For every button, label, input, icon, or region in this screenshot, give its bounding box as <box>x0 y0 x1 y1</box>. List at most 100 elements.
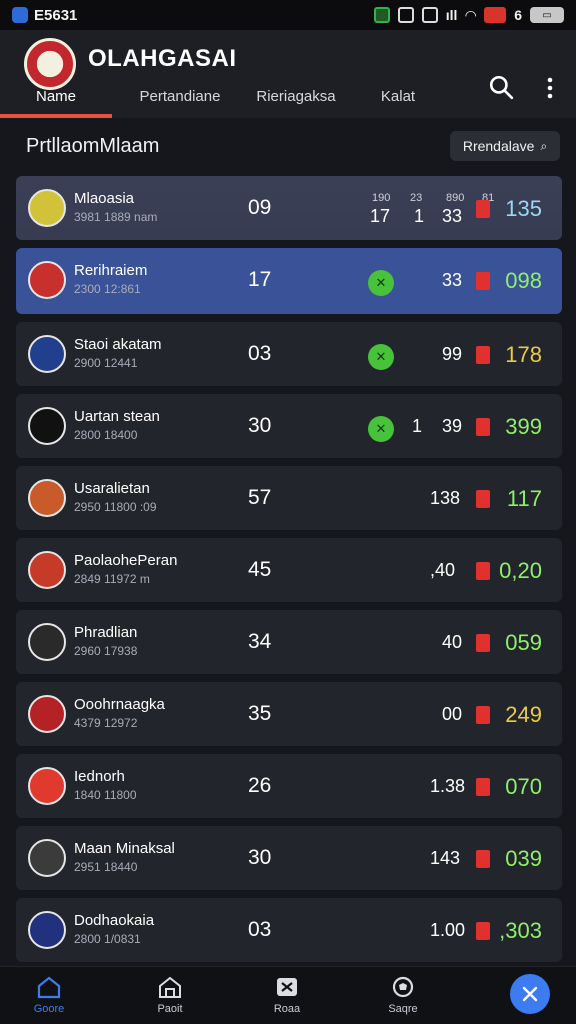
team-subtitle-text: 2951 18440 <box>74 860 138 874</box>
team-subtitle: 2800 1/0831 <box>74 932 141 946</box>
tab-pertandiane[interactable]: Pertandiane <box>128 88 232 118</box>
team-points: 070 <box>505 774 542 799</box>
team-row[interactable]: Usaralietan 2950 11800 :09 57 138 117 <box>16 466 562 530</box>
tab-kalat[interactable]: Kalat <box>360 88 436 118</box>
battery-icon: ▭ <box>530 7 564 23</box>
team-rank: 26 <box>248 774 272 797</box>
team-points: 0,20 <box>499 558 542 583</box>
fab-button[interactable] <box>510 974 550 1014</box>
team-rank: 35 <box>248 702 272 725</box>
match-status-icon: ✕ <box>368 270 394 296</box>
team-row[interactable]: Maan Minaksal 2951 18440 30 143 039 <box>16 826 562 890</box>
team-crest <box>28 335 66 373</box>
square-icon <box>421 7 438 23</box>
team-crest <box>28 767 66 805</box>
team-rank: 45 <box>248 558 272 581</box>
wifi-icon: ◠ <box>465 6 477 23</box>
stat-goals: ,40 <box>430 560 456 580</box>
nav-points-label: Paoit <box>157 1003 183 1015</box>
tab-bar: Name Pertandiane Rieriagaksa Kalat <box>0 88 576 118</box>
team-row[interactable]: Rerihraiem 2300 12:861 17 ✕ 33 098 <box>16 248 562 314</box>
filter-label: Rrendalave <box>462 138 535 154</box>
team-rank: 03 <box>248 342 272 365</box>
team-name: Iednorh <box>74 768 125 785</box>
team-points: 399 <box>505 414 542 439</box>
nav-score[interactable]: Saqre <box>368 975 438 1015</box>
stat-goals: 33 <box>442 206 463 226</box>
stat-wins: 1 <box>412 416 423 436</box>
team-subtitle-text: 2300 12:861 <box>74 282 141 296</box>
tab-rieriagaksa[interactable]: Rieriagaksa <box>244 88 348 118</box>
team-name: Rerihraiem <box>74 262 148 279</box>
team-row[interactable]: Mlaoasia 3981 1889 nam 09 190 23 890 81 17 1 33 13… <box>16 176 562 240</box>
app-title: OLAHGASAI <box>88 45 237 72</box>
tab-name[interactable]: Name <box>0 88 112 118</box>
team-crest <box>28 623 66 661</box>
section-title: PrtllaomMlaam <box>26 135 160 157</box>
book-icon <box>397 7 414 23</box>
team-subtitle: 2951 18440 <box>74 860 137 874</box>
nav-round[interactable]: Roaa <box>252 975 322 1015</box>
team-subtitle: 4379 12972 <box>74 716 137 730</box>
team-subtitle-text: 1840 11800 <box>74 788 137 802</box>
team-subtitle-text: 4379 12972 <box>74 716 138 730</box>
team-points: 059 <box>505 630 542 655</box>
stat-wins: 17 <box>370 206 391 226</box>
team-rank: 57 <box>248 486 272 509</box>
team-subtitle: 3981 1889 nam <box>74 210 157 224</box>
club-logo <box>24 38 76 90</box>
stat-goals: 1.00 <box>430 920 466 940</box>
form-badge-icon <box>476 634 490 652</box>
team-crest <box>28 695 66 733</box>
team-points: 135 <box>505 196 542 221</box>
team-crest <box>28 407 66 445</box>
team-name: Dodhaokaia <box>74 912 155 929</box>
team-row[interactable]: Staoi akatam 2900 12441 03 ✕ 99 178 <box>16 322 562 386</box>
stat-goals: 39 <box>442 416 463 436</box>
nav-home-label: Goore <box>33 1003 65 1015</box>
nav-points[interactable]: Paoit <box>135 975 205 1015</box>
app-header: OLAHGASAI Name Pertandiane Rieriagaksa K… <box>0 30 576 118</box>
column-header: 890 <box>446 192 465 204</box>
team-name: Uartan stean <box>74 408 160 425</box>
team-subtitle: 2300 12:861 <box>74 282 141 296</box>
team-crest <box>28 839 66 877</box>
form-badge-icon <box>476 490 490 508</box>
team-row[interactable]: Phradlian 2960 17938 34 40 059 <box>16 610 562 674</box>
team-points: 039 <box>505 846 542 871</box>
team-crest <box>28 551 66 589</box>
team-points: ,303 <box>499 918 542 943</box>
team-row[interactable]: Ooohrnaagka 4379 12972 35 00 249 <box>16 682 562 746</box>
team-subtitle: 1840 11800 <box>74 788 137 802</box>
bottom-navigation: Goore Paoit Roaa Saqre <box>0 966 576 1024</box>
filter-button[interactable]: Rrendalave ⌕ <box>450 131 560 161</box>
team-row[interactable]: Iednorh 1840 11800 26 1.38 070 <box>16 754 562 818</box>
column-header: 23 <box>410 192 423 204</box>
match-icon <box>277 978 297 996</box>
form-badge-icon <box>476 200 490 218</box>
team-rank: 17 <box>248 268 272 291</box>
search-small-icon: ⌕ <box>540 138 548 153</box>
stat-goals: 40 <box>442 632 463 652</box>
team-points: 249 <box>505 702 542 727</box>
close-icon <box>522 986 538 1002</box>
team-subtitle: 2800 18400 <box>74 428 137 442</box>
team-subtitle: 2849 11972 m <box>74 572 150 586</box>
form-badge-icon <box>476 272 490 290</box>
team-row[interactable]: PaolaohePeran 2849 11972 m 45 ,40 0,20 <box>16 538 562 602</box>
nav-home[interactable]: Goore <box>14 975 84 1015</box>
team-name: Staoi akatam <box>74 336 162 353</box>
standings-list: Mlaoasia 3981 1889 nam 09 190 23 890 81 17 1 33 13… <box>16 176 562 970</box>
app-notification-icon <box>12 7 28 23</box>
team-points: 098 <box>505 268 542 293</box>
status-time: E5631 <box>34 6 78 24</box>
team-rank: 34 <box>248 630 272 653</box>
team-subtitle: 2900 12441 <box>74 356 137 370</box>
match-status-icon: ✕ <box>368 416 394 442</box>
stat-goals: 138 <box>430 488 461 508</box>
match-status-icon: ✕ <box>368 344 394 370</box>
team-row[interactable]: Uartan stean 2800 18400 30 ✕ 1 39 399 <box>16 394 562 458</box>
team-name: Ooohrnaagka <box>74 696 165 713</box>
team-crest <box>28 261 66 299</box>
team-row[interactable]: Dodhaokaia 2800 1/0831 03 1.00 ,303 <box>16 898 562 962</box>
